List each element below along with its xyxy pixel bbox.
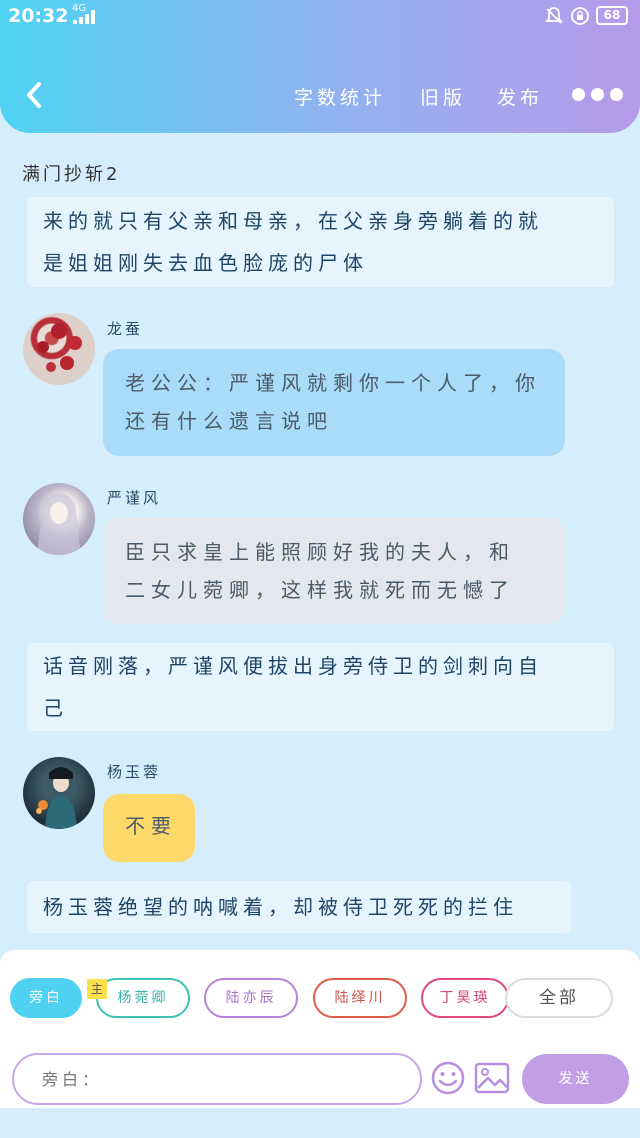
- role-chip-3[interactable]: 陆绎川: [313, 978, 407, 1018]
- avatar[interactable]: [23, 483, 95, 555]
- chat-bubble[interactable]: 不要: [103, 794, 195, 862]
- bubble-line: 不要: [125, 814, 177, 838]
- speaker-name: 杨玉蓉: [107, 763, 162, 781]
- bubble-line: 二女儿菀卿，这样我就死而无憾了: [125, 578, 515, 602]
- old-version-button[interactable]: 旧版: [420, 83, 466, 110]
- speaker-name: 严谨风: [107, 489, 162, 507]
- narration-line: 话音刚落，严谨风便拔出身旁侍卫的剑刺向自: [43, 654, 543, 678]
- chat-bubble[interactable]: 老公公：严谨风就剩你一个人了，你 还有什么遗言说吧: [103, 349, 565, 456]
- status-time: 20:32: [8, 5, 69, 27]
- chat-bubble[interactable]: 臣只求皇上能照顾好我的夫人，和 二女儿菀卿，这样我就死而无憾了: [103, 518, 565, 624]
- character-avatar-image: [36, 767, 77, 829]
- publish-button[interactable]: 发布: [497, 83, 543, 110]
- battery-indicator: 68: [596, 6, 628, 25]
- message-input[interactable]: [12, 1053, 422, 1105]
- avatar[interactable]: [23, 757, 95, 829]
- image-icon[interactable]: [474, 1060, 510, 1096]
- narration-block[interactable]: 话音刚落，严谨风便拔出身旁侍卫的剑刺向自 己: [27, 643, 614, 731]
- role-chip-2[interactable]: 陆亦辰: [204, 978, 298, 1018]
- narration-block[interactable]: 来的就只有父亲和母亲，在父亲身旁躺着的就 是姐姐刚失去血色脸庞的尸体: [27, 197, 614, 287]
- bell-muted-icon: [544, 7, 564, 24]
- character-avatar-image: [37, 493, 81, 555]
- narration-line: 己: [43, 696, 68, 720]
- role-chip-4[interactable]: 丁昊瑛: [421, 978, 509, 1018]
- bubble-line: 还有什么遗言说吧: [125, 409, 333, 433]
- role-chip-narrator[interactable]: 旁白: [10, 978, 82, 1018]
- word-count-button[interactable]: 字数统计: [294, 83, 386, 110]
- more-options-icon[interactable]: [572, 88, 624, 102]
- bottom-spacer: [0, 1108, 640, 1138]
- role-chip-1[interactable]: 杨菀卿: [96, 978, 190, 1018]
- status-bar: 20:32 4G 68: [0, 0, 640, 34]
- main-role-badge: 主: [87, 979, 107, 999]
- narration-line: 杨玉蓉绝望的呐喊着，却被侍卫死死的拦住: [43, 895, 518, 919]
- bubble-line: 老公公：严谨风就剩你一个人了，你: [125, 371, 541, 395]
- role-chip-all[interactable]: 全部: [505, 978, 613, 1018]
- avatar[interactable]: [23, 313, 95, 385]
- signal-icon: [73, 10, 95, 24]
- narration-line: 来的就只有父亲和母亲，在父亲身旁躺着的就: [43, 209, 543, 233]
- narration-block[interactable]: 杨玉蓉绝望的呐喊着，却被侍卫死死的拦住: [27, 881, 571, 933]
- narration-line: 是姐姐刚失去血色脸庞的尸体: [43, 251, 368, 275]
- back-chevron-icon[interactable]: [20, 80, 50, 110]
- rose-avatar-image: [37, 323, 82, 372]
- emoji-icon[interactable]: [430, 1060, 466, 1096]
- speaker-name: 龙蚕: [107, 320, 144, 338]
- bubble-line: 臣只求皇上能照顾好我的夫人，和: [125, 540, 515, 564]
- story-title: 满门抄斩2: [22, 164, 121, 185]
- app-header: 20:32 4G 68 字数统计 旧版 发布: [0, 0, 640, 133]
- send-button[interactable]: 发送: [522, 1054, 629, 1104]
- rotation-lock-icon: [571, 7, 589, 25]
